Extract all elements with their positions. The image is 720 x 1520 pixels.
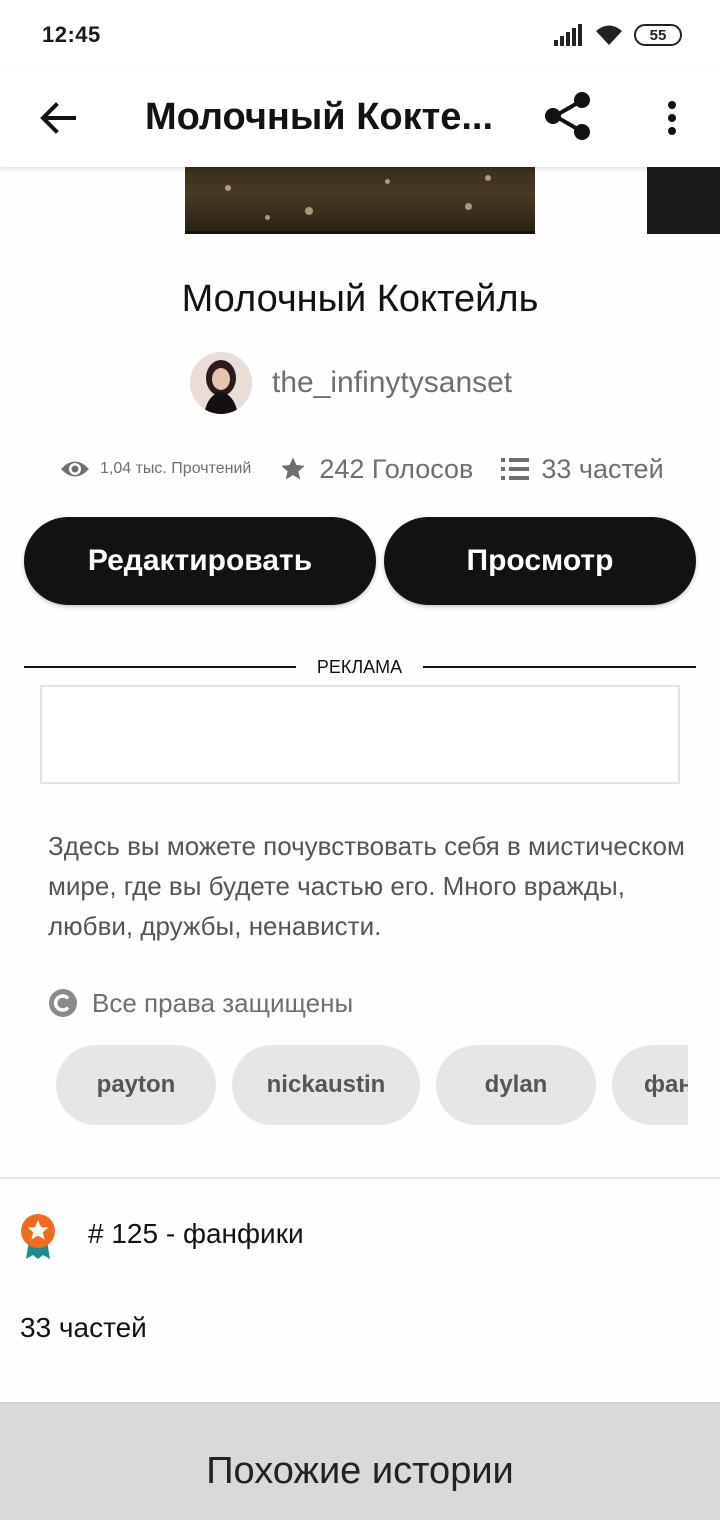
copyright-row: Все права защищены xyxy=(48,985,353,1021)
app-bar: Молочный Кокте... xyxy=(0,70,720,167)
similar-stories-section: Похожие истории xyxy=(0,1402,720,1520)
award-badge-icon xyxy=(21,1214,55,1259)
votes-stat: 242 Голосов xyxy=(279,454,473,485)
section-divider xyxy=(0,1177,720,1179)
more-vertical-icon xyxy=(668,101,676,135)
ranking-row[interactable]: # 125 - фанфики xyxy=(18,1210,304,1264)
reads-count: 1,04 тыс. Прочтений xyxy=(100,460,252,477)
similar-stories-title: Похожие истории xyxy=(206,1450,514,1492)
share-button[interactable] xyxy=(538,86,598,146)
ad-divider: РЕКЛАМА xyxy=(24,656,696,678)
back-button[interactable] xyxy=(30,90,86,146)
story-stats: 1,04 тыс. Прочтений 242 Голосов 33 часте… xyxy=(60,448,664,490)
battery-icon: 55 xyxy=(634,24,682,46)
edit-button[interactable]: Редактировать xyxy=(24,517,376,605)
story-cover[interactable] xyxy=(185,167,535,234)
parts-stat: 33 частей xyxy=(501,453,664,485)
tags-row: payton nickaustin dylan фанфики xyxy=(56,1045,688,1125)
more-options-button[interactable] xyxy=(650,90,694,146)
list-icon xyxy=(501,458,530,480)
arrow-left-icon xyxy=(40,102,76,134)
avatar[interactable] xyxy=(190,352,252,414)
author-name[interactable]: the_infinytysanset xyxy=(272,366,512,400)
votes-count: 242 Голосов xyxy=(319,453,474,484)
copyright-label: Все права защищены xyxy=(92,987,354,1018)
share-icon xyxy=(545,92,590,140)
story-title: Молочный Коктейль xyxy=(181,278,539,320)
parts-stat-count: 33 частей xyxy=(541,453,664,484)
signal-icon xyxy=(554,24,582,46)
battery-level: 55 xyxy=(649,26,667,44)
ad-slot[interactable] xyxy=(40,685,680,784)
reads-stat: 1,04 тыс. Прочтений xyxy=(60,458,251,480)
status-bar: 12:45 55 xyxy=(0,0,720,70)
parts-count[interactable]: 33 частей xyxy=(20,1312,147,1344)
status-time: 12:45 xyxy=(42,22,101,47)
star-icon xyxy=(281,457,306,480)
next-cover[interactable] xyxy=(647,167,720,234)
ranking-text: # 125 - фанфики xyxy=(88,1218,304,1249)
tag-chip[interactable]: dylan xyxy=(436,1045,596,1125)
story-description: Здесь вы можете почувствовать себя в мис… xyxy=(48,831,685,941)
eye-icon xyxy=(61,461,89,477)
tag-chip[interactable]: nickaustin xyxy=(232,1045,420,1125)
view-button[interactable]: Просмотр xyxy=(384,517,696,605)
ad-label: РЕКЛАМА xyxy=(316,657,403,677)
tag-chip[interactable]: payton xyxy=(56,1045,216,1125)
author-row[interactable]: the_infinytysanset xyxy=(190,352,512,414)
wifi-icon xyxy=(596,25,622,45)
app-title: Молочный Кокте... xyxy=(145,96,494,138)
tag-chip[interactable]: фанфики xyxy=(612,1045,688,1125)
status-icons: 55 xyxy=(554,22,682,48)
copyright-icon xyxy=(49,989,77,1017)
